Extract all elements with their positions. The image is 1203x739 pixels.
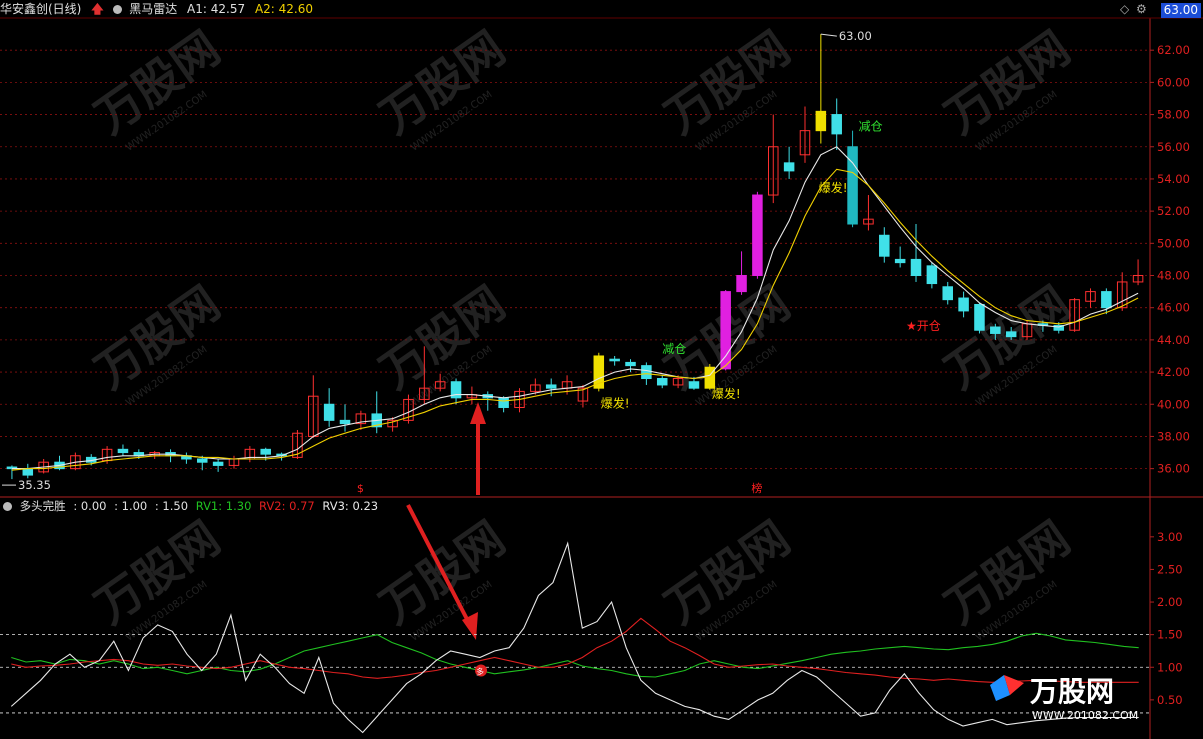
watermark-logo: 万股网WWW.201082.COM — [85, 276, 229, 409]
baofa-marker: 爆发! — [601, 395, 630, 410]
candle-body — [625, 361, 636, 367]
a1-value: A1: 42.57 — [187, 2, 246, 16]
param-3: : 1.50 — [154, 499, 189, 513]
low-price-label: 35.35 — [18, 478, 51, 492]
brand-logo-text: 万股网 — [1030, 675, 1114, 708]
sub-y-tick-label: 1.50 — [1157, 628, 1183, 642]
candle-body — [688, 381, 700, 389]
candle-body — [847, 146, 858, 225]
rv1-line — [11, 632, 1139, 678]
chart-stage[interactable]: 万股网 WWW.201082.COM 万股网 WWW.201082.COM 万股网 WWW… — [0, 0, 1203, 739]
candle-body — [974, 303, 985, 331]
kaicang-marker: ★开仓 — [906, 319, 941, 333]
sub-y-tick-label: 0.50 — [1157, 693, 1183, 707]
candle-body — [720, 291, 731, 370]
sub-y-tick-label: 1.00 — [1157, 660, 1183, 674]
high-pointer-line — [820, 33, 837, 37]
candle-body — [879, 234, 890, 257]
candle-body — [117, 448, 129, 454]
y-tick-label: 54.00 — [1157, 172, 1190, 186]
rv3-label: RV3: 0.23 — [322, 499, 379, 513]
baofa-marker: 爆发! — [712, 386, 741, 401]
y-tick-label: 50.00 — [1157, 236, 1190, 250]
y-tick-label: 36.00 — [1157, 462, 1190, 476]
candle-body — [958, 297, 969, 312]
current-price-badge: 63.00 — [1160, 3, 1201, 18]
indicator-name[interactable]: 黑马雷达 — [129, 2, 177, 16]
watermark-logo: 万股网WWW.201082.COM — [935, 21, 1079, 154]
rv2-label: RV2: 0.77 — [259, 499, 315, 513]
signal-badge-text: 多 — [476, 667, 484, 677]
diamond-icon[interactable]: ◇ — [1120, 2, 1129, 16]
candle-body — [736, 275, 747, 293]
watermark-logo: 万股网WWW.201082.COM — [370, 276, 514, 409]
baofa-marker: 爆发! — [819, 180, 848, 195]
y-tick-label: 38.00 — [1157, 429, 1190, 443]
y-tick-label: 62.00 — [1157, 43, 1190, 57]
jiancang-marker: 减仓 — [859, 120, 883, 134]
jiancang-marker: 减仓 — [662, 342, 686, 356]
candle-body — [1005, 331, 1017, 338]
y-tick-label: 60.00 — [1157, 75, 1190, 89]
candle-body — [22, 468, 34, 476]
y-tick-label: 44.00 — [1157, 333, 1190, 347]
y-tick-label: 58.00 — [1157, 108, 1190, 122]
candle-body — [498, 397, 509, 408]
bottom-s-marker: $ — [357, 482, 364, 495]
gear-icon[interactable]: ⚙ — [1136, 2, 1147, 16]
candle-body — [609, 358, 620, 362]
y-tick-label: 52.00 — [1157, 204, 1190, 218]
sub-header: 多头完胜 : 0.00 : 1.00 : 1.50 RV1: 1.30 RV2:… — [0, 498, 1150, 514]
candle-body — [641, 365, 652, 380]
candle-body — [545, 384, 557, 389]
kline-chart[interactable]: 万股网WWW.201082.COM 万股网WWW.201082.COM 万股网WWW… — [0, 0, 1203, 739]
candle-body — [831, 114, 842, 135]
candle-body — [197, 458, 208, 463]
main-header: 华安鑫创(日线) 🡅 黑马雷达 A1: 42.57 A2: 42.60 — [0, 0, 1150, 18]
param-2: : 1.00 — [114, 499, 148, 513]
watermark-logo: 万股网WWW.201082.COM — [655, 21, 799, 154]
settings-dot-icon-2[interactable] — [3, 502, 12, 511]
candle-body — [894, 258, 906, 264]
y-tick-label: 48.00 — [1157, 269, 1190, 283]
sub-title[interactable]: 多头完胜 — [20, 499, 66, 513]
settings-dot-icon[interactable] — [113, 5, 123, 14]
up-arrow-icon: 🡅 — [91, 2, 104, 16]
candle-body — [323, 403, 335, 421]
a2-value: A2: 42.60 — [254, 2, 313, 16]
candle-body — [1101, 291, 1112, 309]
stock-name[interactable]: 华安鑫创(日线) — [0, 2, 81, 16]
y-tick-label: 40.00 — [1157, 397, 1190, 411]
candle-body — [990, 326, 1001, 334]
sub-y-tick-label: 2.50 — [1157, 562, 1183, 576]
high-price-label: 63.00 — [839, 29, 872, 43]
rv1-label: RV1: 1.30 — [195, 499, 252, 513]
candle-body — [339, 419, 351, 425]
sub-y-tick-label: 2.00 — [1157, 595, 1183, 609]
watermark-logo: 万股网WWW.201082.COM — [655, 511, 799, 644]
watermark-logo: 万股网WWW.201082.COM — [370, 21, 514, 154]
candle-body — [752, 194, 763, 277]
brand-logo-url: WWW.201082.COM — [1032, 709, 1138, 722]
sub-y-tick-label: 3.00 — [1157, 530, 1183, 544]
annotation-arrow-up-head — [470, 402, 486, 424]
candle-body — [656, 378, 668, 386]
candle-body — [260, 448, 271, 455]
candle-body — [926, 265, 938, 285]
candle-body — [815, 110, 827, 132]
candle-body — [910, 258, 922, 277]
param-1: : 0.00 — [73, 499, 107, 513]
candle-body — [212, 461, 224, 466]
y-tick-label: 42.00 — [1157, 365, 1190, 379]
candle-body — [942, 286, 953, 301]
y-tick-label: 56.00 — [1157, 140, 1190, 154]
watermark-logo: 万股网WWW.201082.COM — [935, 276, 1079, 409]
watermark-logo: 万股网WWW.201082.COM — [85, 21, 229, 154]
y-tick-label: 46.00 — [1157, 301, 1190, 315]
candle-body — [783, 162, 795, 172]
bottom-bang-marker: 榜 — [751, 481, 762, 495]
watermark-logo: 万股网WWW.201082.COM — [935, 511, 1079, 644]
